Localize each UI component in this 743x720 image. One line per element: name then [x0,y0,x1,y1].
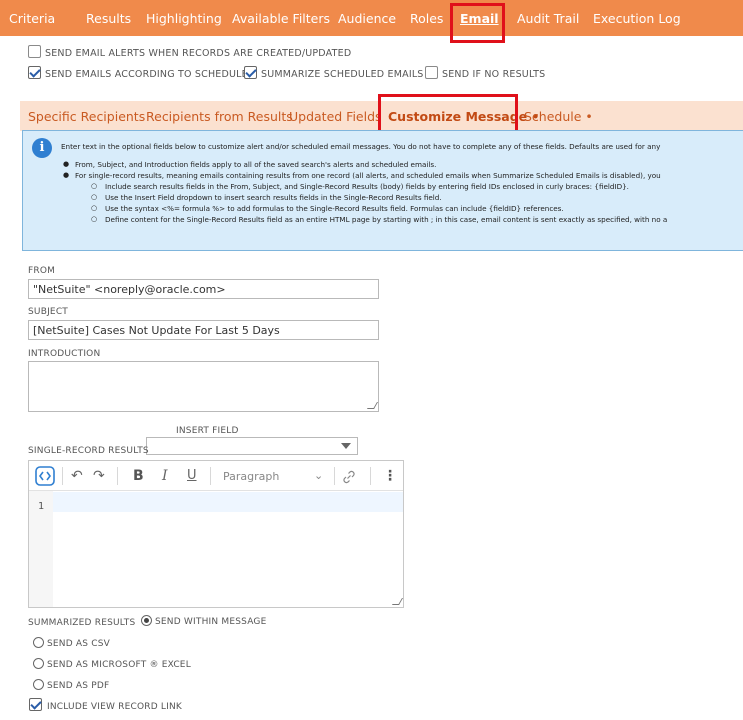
introduction-label: INTRODUCTION [28,349,101,359]
tab-audience[interactable]: Audience [338,11,396,26]
send-excel-radio[interactable] [33,658,44,669]
introduction-textarea[interactable] [28,361,379,412]
sub-bullet-icon: ○ [91,204,98,212]
help-info-box: i Enter text in the optional fields belo… [22,130,743,251]
send-pdf-radio[interactable] [33,679,44,690]
summarize-checkbox[interactable] [244,66,257,79]
link-icon[interactable] [341,469,357,485]
tab-criteria[interactable]: Criteria [9,11,55,26]
info-intro: Enter text in the optional fields below … [61,142,661,151]
sub-bullet-icon: ○ [91,215,98,223]
editor-active-line[interactable] [53,492,403,512]
send-excel-label: SEND AS MICROSOFT ® EXCEL [47,660,191,670]
bullet-icon: ● [63,160,70,168]
tab-audit-trail[interactable]: Audit Trail [517,11,579,26]
tab-roles[interactable]: Roles [410,11,443,26]
send-within-message-radio[interactable] [141,615,152,626]
no-results-checkbox[interactable] [425,66,438,79]
send-within-message-label: SEND WITHIN MESSAGE [155,617,267,627]
info-icon: i [32,138,52,158]
insert-field-label: INSERT FIELD [176,426,239,436]
toolbar-divider [117,467,118,485]
info-sub-bullet: Define content for the Single-Record Res… [105,215,668,224]
toolbar-divider [370,467,371,485]
tab-execution-log[interactable]: Execution Log [593,11,681,26]
line-number-gutter: 1 [29,491,53,607]
tab-results[interactable]: Results [86,11,131,26]
summarized-results-label: SUMMARIZED RESULTS [28,618,136,628]
send-schedule-checkbox[interactable] [28,66,41,79]
subtab-recipients-from-results[interactable]: Recipients from Results [146,109,293,124]
from-label: FROM [28,266,56,276]
info-sub-bullet: Use the Insert Field dropdown to insert … [105,193,442,202]
subject-field[interactable]: [NetSuite] Cases Not Update For Last 5 D… [28,320,379,340]
no-results-label: SEND IF NO RESULTS [442,69,546,80]
subtab-updated-fields[interactable]: Updated Fields [289,109,382,124]
info-sub-bullet: Use the syntax <%= formula %> to add for… [105,204,564,213]
tab-highlighting[interactable]: Highlighting [146,11,222,26]
include-link-label: INCLUDE VIEW RECORD LINK [47,702,183,712]
more-options-icon[interactable]: ⋮ [383,468,397,484]
tab-available-filters[interactable]: Available Filters [232,11,330,26]
insert-field-dropdown[interactable] [146,437,358,455]
send-pdf-label: SEND AS PDF [47,681,110,691]
source-code-icon[interactable] [35,466,55,486]
single-record-results-editor[interactable]: ↶ ↷ B I U Paragraph ⌄ ⋮ 1 [28,460,404,608]
subtab-specific-recipients[interactable]: Specific Recipients [28,109,145,124]
editor-toolbar: ↶ ↷ B I U Paragraph ⌄ ⋮ [29,461,403,491]
undo-icon[interactable]: ↶ [71,468,83,484]
info-sub-bullet: Include search results fields in the Fro… [105,182,629,191]
email-tab-highlight [450,3,505,43]
underline-icon[interactable]: U [187,468,197,483]
send-alerts-label: SEND EMAIL ALERTS WHEN RECORDS ARE CREAT… [45,48,352,59]
redo-icon[interactable]: ↷ [93,468,105,484]
send-schedule-label: SEND EMAILS ACCORDING TO SCHEDULE [45,69,248,80]
info-bullet: From, Subject, and Introduction fields a… [75,160,437,169]
sub-bullet-icon: ○ [91,193,98,201]
send-csv-label: SEND AS CSV [47,639,111,649]
toolbar-divider [210,467,211,485]
record-tab-bar: Criteria Results Highlighting Available … [0,0,743,36]
subtab-schedule[interactable]: Schedule • [524,109,593,124]
summarize-label: SUMMARIZE SCHEDULED EMAILS [261,69,424,80]
line-number: 1 [38,501,45,512]
chevron-down-icon [341,443,351,449]
single-record-results-label: SINGLE-RECORD RESULTS [28,446,149,456]
toolbar-divider [334,467,335,485]
paragraph-format-select[interactable]: Paragraph [223,470,279,483]
toolbar-divider [62,467,63,485]
info-bullet: For single-record results, meaning email… [75,171,661,180]
resize-handle-icon[interactable] [366,402,379,409]
subject-label: SUBJECT [28,307,68,317]
from-field[interactable]: "NetSuite" <noreply@oracle.com> [28,279,379,299]
include-link-checkbox[interactable] [29,698,42,711]
chevron-down-icon[interactable]: ⌄ [314,469,323,482]
italic-icon[interactable]: I [162,468,168,484]
sub-bullet-icon: ○ [91,182,98,190]
resize-handle-icon[interactable] [391,598,404,605]
bold-icon[interactable]: B [133,468,144,484]
bullet-icon: ● [63,171,70,179]
send-alerts-checkbox[interactable] [28,45,41,58]
send-csv-radio[interactable] [33,637,44,648]
